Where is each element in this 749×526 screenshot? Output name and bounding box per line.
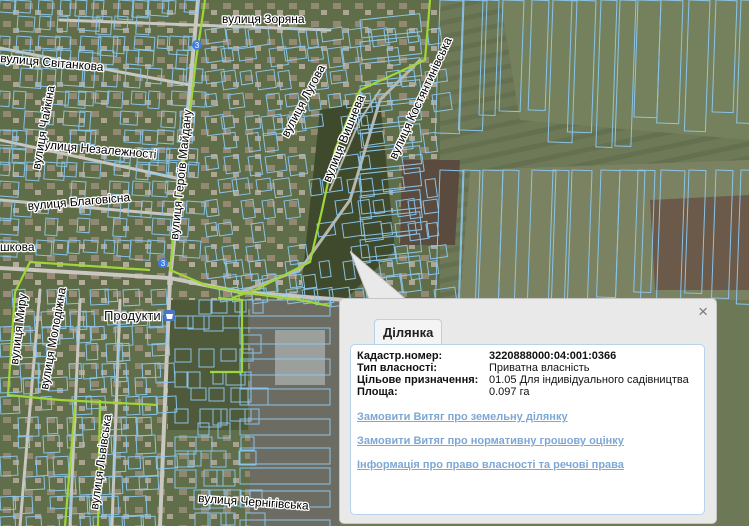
parcel-attributes: Кадастр.номер: 3220888000:04:001:0366 Ти… — [357, 350, 689, 398]
svg-text:3: 3 — [195, 41, 200, 50]
field-label: Площа: — [357, 386, 398, 398]
field-purpose: Цільове призначення: 01.05 Для індивідуа… — [357, 374, 689, 386]
area-value: 0.097 га — [489, 386, 530, 398]
route-marker-3-bottom: 3 — [158, 258, 168, 268]
tab-parcel[interactable]: Ділянка — [374, 319, 443, 345]
order-valuation-extract-link[interactable]: Замовити Витяг про нормативну грошову оц… — [357, 435, 624, 447]
close-icon[interactable]: × — [698, 303, 708, 321]
field-ownership-type: Тип власності: Приватна власність — [357, 362, 689, 374]
ownership-type-value: Приватна власність — [489, 362, 590, 374]
poi-groceries-label: Продукти — [104, 308, 161, 323]
ownership-info-link[interactable]: Інформація про право власності та речові… — [357, 459, 624, 471]
cadastral-number-value: 3220888000:04:001:0366 — [489, 350, 617, 362]
purpose-value: 01.05 Для індивідуального садівництва — [489, 374, 689, 386]
field-label: Цільове призначення: — [357, 374, 479, 386]
street-label-zoriana: вулиця Зоряна — [222, 12, 305, 26]
svg-text:3: 3 — [161, 259, 166, 268]
parcel-info-popup: × Ділянка Кадастр.номер: 3220888000:04:0… — [339, 298, 717, 524]
order-land-extract-link[interactable]: Замовити Витяг про земельну ділянку — [357, 411, 568, 423]
route-marker-3-top: 3 — [192, 40, 202, 50]
parcel-details-panel: Кадастр.номер: 3220888000:04:001:0366 Ти… — [350, 344, 705, 515]
street-label-shkova: шкова — [0, 240, 35, 254]
field-label: Кадастр.номер: — [357, 350, 443, 362]
field-area: Площа: 0.097 га — [357, 386, 689, 398]
field-label: Тип власності: — [357, 362, 438, 374]
field-cadastral-number: Кадастр.номер: 3220888000:04:001:0366 — [357, 350, 689, 362]
